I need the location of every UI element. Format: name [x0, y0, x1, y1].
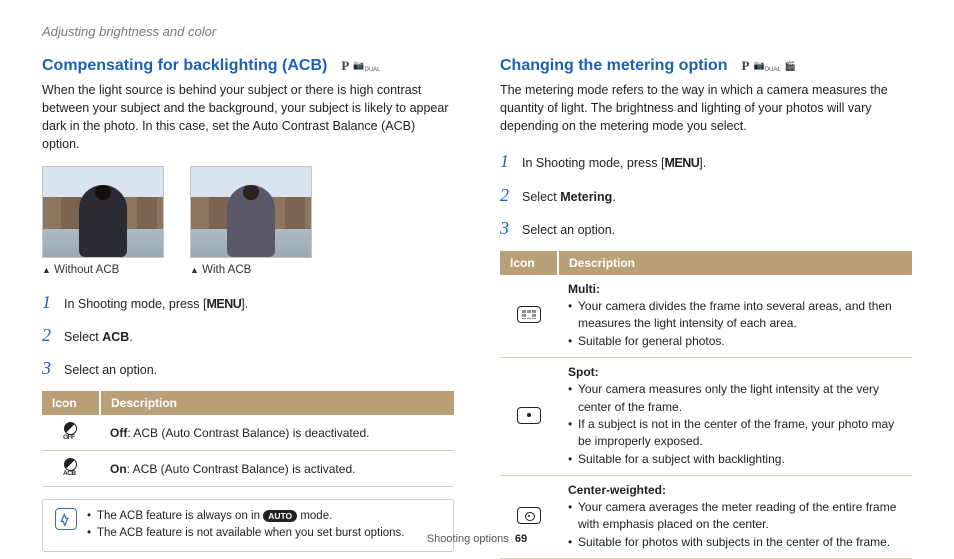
acb-on-icon: ACB: [42, 451, 100, 487]
footer-page-number: 69: [515, 533, 527, 545]
acb-step2-bold: ACB: [102, 330, 129, 344]
acb-mode-icons: P 📷DUAL: [341, 58, 380, 74]
metering-intro: The metering mode refers to the way in w…: [500, 81, 912, 135]
acb-steps: 1 In Shooting mode, press [MENU]. 2 Sele…: [42, 290, 454, 382]
menu-key-icon: MENU: [206, 297, 241, 311]
multi-desc: Multi: Your camera divides the frame int…: [558, 275, 912, 358]
metering-mode-icons: P 📷DUAL 🎬: [742, 58, 796, 74]
acb-row-on: ACB On: ACB (Auto Contrast Balance) is a…: [42, 451, 454, 487]
met-row-center: Center-weighted: Your camera averages th…: [500, 476, 912, 559]
metering-step-3: 3 Select an option.: [500, 216, 912, 241]
menu-key-icon: MENU: [664, 156, 699, 170]
caption-with-acb-text: With ACB: [202, 264, 251, 276]
note-line-1: The ACB feature is always on in AUTO mod…: [87, 508, 405, 525]
met-th-icon: Icon: [500, 251, 558, 275]
center-b1: Your camera averages the meter reading o…: [568, 499, 902, 534]
met-row-spot: Spot: Your camera measures only the ligh…: [500, 358, 912, 476]
left-column: Compensating for backlighting (ACB) P 📷D…: [42, 57, 454, 559]
metering-title: Changing the metering option: [500, 57, 728, 75]
metering-options-table: Icon Description Multi: Your camera divi…: [500, 251, 912, 559]
photo-without-acb: ▲ Without ACB: [42, 166, 164, 276]
acb-title: Compensating for backlighting (ACB): [42, 57, 327, 75]
center-desc: Center-weighted: Your camera averages th…: [558, 476, 912, 559]
page-header: Adjusting brightness and color: [42, 24, 912, 39]
met-step3: Select an option.: [522, 222, 615, 240]
acb-step2-text-a: Select: [64, 330, 102, 344]
spot-b2: If a subject is not in the center of the…: [568, 416, 902, 451]
met-step1-a: In Shooting mode, press [: [522, 156, 664, 170]
mode-p-icon: P: [341, 58, 349, 74]
mode-video-icon: 🎬: [785, 61, 796, 72]
acb-step-2: 2 Select ACB.: [42, 323, 454, 348]
acb-section-head: Compensating for backlighting (ACB) P 📷D…: [42, 57, 454, 75]
met-table-header: Icon Description: [500, 251, 912, 275]
acb-step-1: 1 In Shooting mode, press [MENU].: [42, 290, 454, 315]
right-column: Changing the metering option P 📷DUAL 🎬 T…: [500, 57, 912, 559]
acb-off-desc: Off: ACB (Auto Contrast Balance) is deac…: [100, 415, 454, 451]
met-th-desc: Description: [558, 251, 912, 275]
multi-b2: Suitable for general photos.: [568, 333, 902, 350]
met-row-multi: Multi: Your camera divides the frame int…: [500, 275, 912, 358]
metering-step-2: 2 Select Metering.: [500, 183, 912, 208]
content-columns: Compensating for backlighting (ACB) P 📷D…: [42, 57, 912, 559]
acb-on-desc: On: ACB (Auto Contrast Balance) is activ…: [100, 451, 454, 487]
mode-dual-icon: 📷DUAL: [353, 60, 380, 73]
acb-options-table: Icon Description OFF Off: ACB (Auto Cont…: [42, 391, 454, 487]
metering-step-1: 1 In Shooting mode, press [MENU].: [500, 149, 912, 174]
mode-p-icon: P: [742, 58, 750, 74]
acb-row-off: OFF Off: ACB (Auto Contrast Balance) is …: [42, 415, 454, 451]
spot-b3: Suitable for a subject with backlighting…: [568, 451, 902, 468]
acb-table-header: Icon Description: [42, 391, 454, 415]
metering-section-head: Changing the metering option P 📷DUAL 🎬: [500, 57, 912, 75]
caption-with-acb: ▲ With ACB: [190, 264, 312, 276]
multi-meter-icon: [500, 275, 558, 358]
caption-without-acb: ▲ Without ACB: [42, 264, 164, 276]
sample-photo-corrected: [190, 166, 312, 258]
acb-photo-row: ▲ Without ACB ▲ With ACB: [42, 166, 454, 276]
acb-intro: When the light source is behind your sub…: [42, 81, 454, 154]
acb-th-desc: Description: [100, 391, 454, 415]
spot-desc: Spot: Your camera measures only the ligh…: [558, 358, 912, 476]
page-footer: Shooting options 69: [0, 533, 954, 545]
acb-step3-text: Select an option.: [64, 362, 157, 380]
photo-with-acb: ▲ With ACB: [190, 166, 312, 276]
acb-step-3: 3 Select an option.: [42, 356, 454, 381]
sample-photo-dark: [42, 166, 164, 258]
met-step2-c: .: [612, 190, 615, 204]
acb-step1-text-a: In Shooting mode, press [: [64, 297, 206, 311]
footer-section: Shooting options: [427, 533, 509, 545]
met-step2-a: Select: [522, 190, 560, 204]
metering-steps: 1 In Shooting mode, press [MENU]. 2 Sele…: [500, 149, 912, 241]
auto-badge-icon: AUTO: [263, 510, 297, 523]
acb-th-icon: Icon: [42, 391, 100, 415]
acb-step1-text-b: ].: [241, 297, 248, 311]
met-step2-bold: Metering: [560, 190, 612, 204]
caption-without-acb-text: Without ACB: [54, 264, 119, 276]
center-meter-icon: [500, 476, 558, 559]
spot-meter-icon: [500, 358, 558, 476]
mode-dual-icon: 📷DUAL: [754, 60, 781, 73]
acb-off-icon: OFF: [42, 415, 100, 451]
spot-b1: Your camera measures only the light inte…: [568, 381, 902, 416]
acb-step2-text-c: .: [129, 330, 132, 344]
note-icon: [55, 508, 77, 530]
multi-b1: Your camera divides the frame into sever…: [568, 298, 902, 333]
met-step1-b: ].: [699, 156, 706, 170]
